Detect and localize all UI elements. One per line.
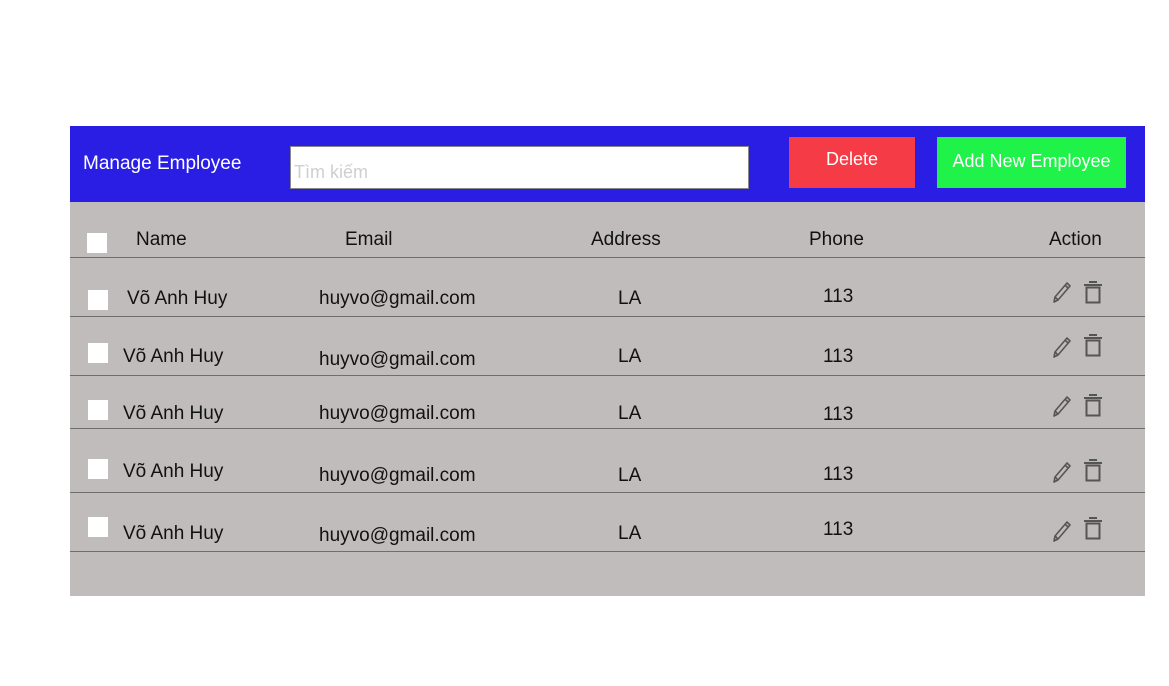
employee-phone: 113 xyxy=(823,519,854,540)
employee-phone: 113 xyxy=(823,404,854,425)
header-divider xyxy=(70,257,1145,258)
employee-email: huyvo@gmail.com xyxy=(319,465,476,486)
delete-button[interactable]: Delete xyxy=(789,137,915,188)
add-employee-button[interactable]: Add New Employee xyxy=(937,137,1126,188)
trash-icon[interactable] xyxy=(1082,332,1104,358)
row-divider xyxy=(70,316,1145,317)
column-header-action: Action xyxy=(1049,229,1102,250)
header-bar: Manage Employee Delete Add New Employee xyxy=(70,126,1145,202)
row-checkbox[interactable] xyxy=(88,400,108,420)
trash-icon[interactable] xyxy=(1082,392,1104,418)
row-checkbox[interactable] xyxy=(88,290,108,310)
employee-address: LA xyxy=(618,346,642,367)
row-checkbox[interactable] xyxy=(88,459,108,479)
trash-icon[interactable] xyxy=(1082,279,1104,305)
pencil-icon[interactable] xyxy=(1051,334,1073,360)
page-title: Manage Employee xyxy=(83,153,242,174)
employee-email: huyvo@gmail.com xyxy=(319,403,476,424)
employee-name: Võ Anh Huy xyxy=(123,461,224,482)
employee-panel: Manage Employee Delete Add New Employee … xyxy=(70,126,1145,596)
employee-phone: 113 xyxy=(823,464,854,485)
row-divider xyxy=(70,551,1145,552)
column-header-email: Email xyxy=(345,229,393,250)
row-checkbox[interactable] xyxy=(88,343,108,363)
employee-address: LA xyxy=(618,523,642,544)
pencil-icon[interactable] xyxy=(1051,459,1073,485)
trash-icon[interactable] xyxy=(1082,457,1104,483)
column-header-name: Name xyxy=(136,229,187,250)
trash-icon[interactable] xyxy=(1082,515,1104,541)
employee-name: Võ Anh Huy xyxy=(123,346,224,367)
employee-name: Võ Anh Huy xyxy=(123,403,224,424)
pencil-icon[interactable] xyxy=(1051,279,1073,305)
column-header-address: Address xyxy=(591,229,661,250)
column-header-phone: Phone xyxy=(809,229,864,250)
employee-name: Võ Anh Huy xyxy=(123,523,224,544)
employee-name: Võ Anh Huy xyxy=(127,288,228,309)
search-input[interactable] xyxy=(290,146,749,189)
pencil-icon[interactable] xyxy=(1051,393,1073,419)
select-all-checkbox[interactable] xyxy=(87,233,107,253)
employee-address: LA xyxy=(618,465,642,486)
employee-phone: 113 xyxy=(823,346,854,367)
employee-email: huyvo@gmail.com xyxy=(319,525,476,546)
row-divider xyxy=(70,428,1145,429)
employee-address: LA xyxy=(618,288,642,309)
employee-address: LA xyxy=(618,403,642,424)
pencil-icon[interactable] xyxy=(1051,518,1073,544)
row-checkbox[interactable] xyxy=(88,517,108,537)
employee-phone: 113 xyxy=(823,286,854,307)
row-divider xyxy=(70,375,1145,376)
employee-email: huyvo@gmail.com xyxy=(319,349,476,370)
employee-email: huyvo@gmail.com xyxy=(319,288,476,309)
row-divider xyxy=(70,492,1145,493)
